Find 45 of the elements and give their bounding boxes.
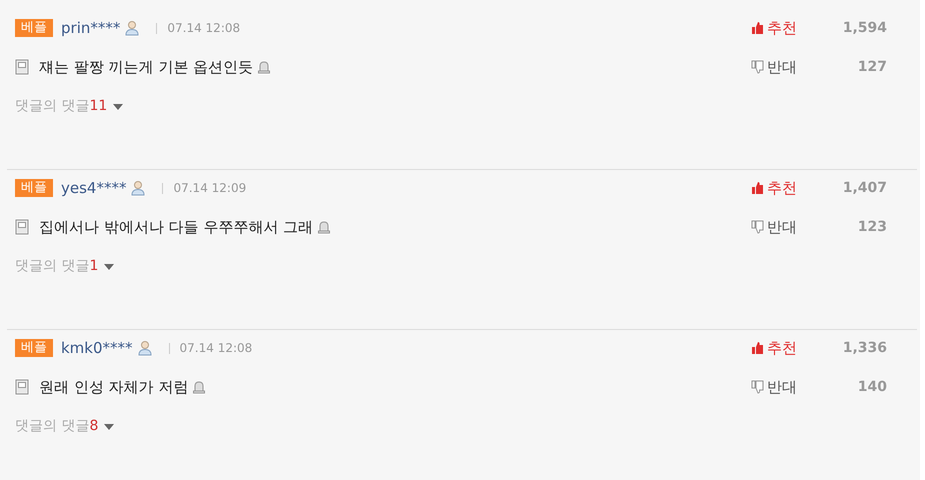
person-icon (124, 20, 140, 36)
username[interactable]: yes4**** (61, 176, 126, 200)
document-icon (15, 59, 29, 75)
thumbs-down-icon (751, 220, 764, 234)
bell-icon[interactable] (257, 60, 272, 74)
comment-time: 07.14 12:08 (167, 20, 240, 37)
person-icon (136, 340, 153, 356)
downvote-button[interactable]: 반대 (751, 376, 797, 398)
username[interactable]: prin**** (61, 16, 120, 40)
comment-time: 07.14 12:08 (180, 340, 252, 357)
downvote-button[interactable]: 반대 (751, 216, 797, 238)
comment-text: 집에서나 밖에서나 다들 우쭈쭈해서 그래 (39, 216, 314, 238)
downvote-count: 127 (856, 58, 887, 76)
upvote-count: 1,336 (842, 338, 887, 358)
comment-text: 쟤는 팔짱 끼는게 기본 옵션인듯 (39, 56, 254, 78)
upvote-count: 1,407 (842, 178, 887, 198)
replies-toggle[interactable]: 댓글의 댓글11 (15, 96, 124, 117)
bell-icon[interactable] (192, 380, 206, 394)
caret-icon (104, 264, 114, 270)
thumbs-up-icon (751, 21, 764, 35)
best-badge: 베플 (15, 179, 53, 197)
caret-icon (113, 104, 124, 110)
upvote-button[interactable]: 추천 (751, 16, 797, 40)
document-icon (15, 219, 29, 235)
replies-toggle[interactable]: 댓글의 댓글1 (15, 256, 114, 277)
upvote-button[interactable]: 추천 (751, 336, 797, 360)
thumbs-up-icon (751, 341, 764, 355)
best-badge: 베플 (15, 339, 53, 357)
upvote-button[interactable]: 추천 (751, 176, 797, 200)
upvote-count: 1,594 (842, 18, 887, 38)
bell-icon[interactable] (317, 220, 332, 234)
document-icon (15, 379, 29, 395)
thumbs-down-icon (751, 60, 764, 74)
downvote-button[interactable]: 반대 (751, 56, 797, 78)
thumbs-down-icon (751, 380, 764, 394)
best-badge: 베플 (15, 19, 53, 37)
downvote-count: 140 (856, 378, 887, 396)
replies-toggle[interactable]: 댓글의 댓글8 (15, 416, 114, 437)
username[interactable]: kmk0**** (61, 336, 133, 360)
caret-icon (104, 424, 114, 430)
thumbs-up-icon (751, 181, 764, 195)
person-icon (130, 180, 146, 196)
downvote-count: 123 (856, 218, 887, 236)
comment-time: 07.14 12:09 (173, 180, 246, 197)
comment-text: 원래 인성 자체가 저럼 (39, 376, 188, 398)
